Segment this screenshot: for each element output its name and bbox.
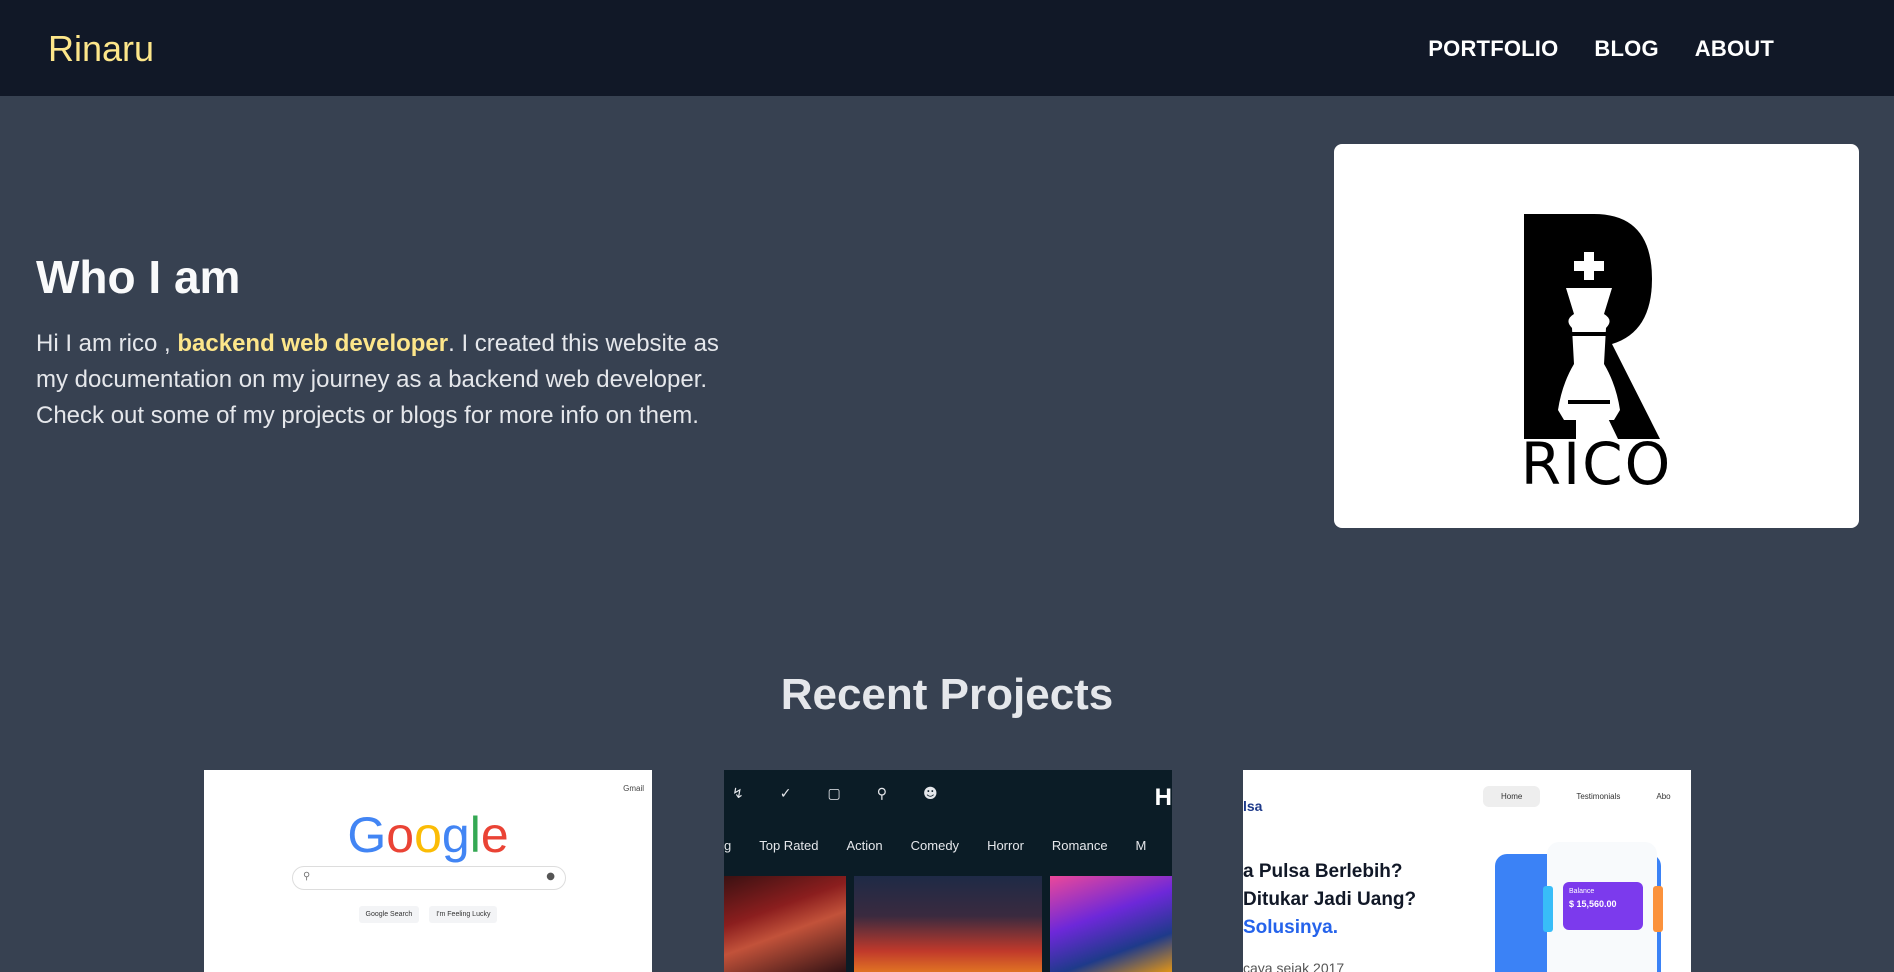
genre-tab: Action <box>846 838 883 853</box>
search-icon: ⚲ <box>876 786 887 802</box>
project-card-google-clone[interactable]: Gmail Google ⚲ ● Google Search I'm Feeli… <box>204 770 652 972</box>
pulsa-heading: a Pulsa Berlebih? Ditukar Jadi Uang? Sol… <box>1243 858 1416 942</box>
movie-poster <box>854 876 1042 972</box>
nav-link-portfolio[interactable]: PORTFOLIO <box>1428 36 1558 62</box>
pulsa-nav-home: Home <box>1483 786 1541 807</box>
brand-logo-link[interactable]: Rinaru <box>48 28 154 70</box>
top-nav: Rinaru PORTFOLIO BLOG ABOUT <box>0 0 1894 96</box>
google-buttons: Google Search I'm Feeling Lucky <box>204 906 652 923</box>
recent-projects-title: Recent Projects <box>780 670 1114 719</box>
nav-link-about[interactable]: ABOUT <box>1695 36 1774 62</box>
pulsa-brand: lsa <box>1243 798 1263 814</box>
lightning-icon: ↯ <box>732 786 744 802</box>
movie-app-brand: H <box>1154 784 1172 811</box>
phone-side-card <box>1653 886 1663 932</box>
google-search-bar: ⚲ ● <box>292 866 566 890</box>
project-card-pulsa-site[interactable]: lsa Home Testimonials Abo a Pulsa Berleb… <box>1243 770 1691 972</box>
search-icon: ⚲ <box>303 871 311 882</box>
hero-text-before: Hi I am rico , <box>36 330 178 357</box>
logo-text: RICO <box>1520 430 1673 498</box>
microphone-icon: ● <box>546 871 555 882</box>
logo-card: RICO <box>1334 144 1859 528</box>
hero-highlight: backend web developer <box>177 330 449 357</box>
rico-chess-logo-icon <box>1524 214 1660 439</box>
genre-tab: Romance <box>1051 838 1108 853</box>
genre-tab: Horror <box>987 838 1024 853</box>
pulsa-heading-line: a Pulsa Berlebih? <box>1243 861 1403 882</box>
movie-poster <box>724 876 846 972</box>
check-circle-icon: ✓ <box>779 786 792 802</box>
nav-links: PORTFOLIO BLOG ABOUT <box>1428 36 1774 62</box>
hero-description: Hi I am rico , backend web developer. I … <box>36 326 736 434</box>
movie-app-icons: ↯ ✓ ▢ ⚲ ☻ <box>732 786 938 802</box>
pulsa-heading-line: Ditukar Jadi Uang? <box>1243 889 1417 910</box>
movie-genre-tabs: g Top Rated Action Comedy Horror Romance… <box>724 838 1146 853</box>
google-logo: Google <box>347 807 509 863</box>
genre-tab: Comedy <box>910 838 960 853</box>
project-card-movie-app[interactable]: ↯ ✓ ▢ ⚲ ☻ H g Top Rated Action Comedy Ho… <box>724 770 1172 972</box>
pulsa-heading-line: Solusinya. <box>1243 917 1339 938</box>
genre-tab: g <box>724 838 732 853</box>
pulsa-nav: Home Testimonials Abo <box>1483 786 1671 807</box>
google-search-button: Google Search <box>358 906 420 923</box>
hero-title: Who I am <box>36 251 241 303</box>
movie-poster <box>1050 876 1172 972</box>
bag-icon: ▢ <box>827 786 841 802</box>
balance-amount: $ 15,560.00 <box>1569 899 1617 909</box>
google-gmail-link: Gmail <box>623 784 644 793</box>
genre-tab: Top Rated <box>759 838 819 853</box>
google-lucky-button: I'm Feeling Lucky <box>429 906 498 923</box>
phone-balance-card: Balance $ 15,560.00 <box>1563 882 1643 930</box>
nav-link-blog[interactable]: BLOG <box>1594 36 1658 62</box>
pulsa-nav-testimonials: Testimonials <box>1576 792 1621 801</box>
pulsa-nav-about: Abo <box>1656 792 1671 801</box>
user-icon: ☻ <box>922 786 938 802</box>
pulsa-subtext: caya sejak 2017 <box>1243 960 1345 972</box>
genre-tab: M <box>1135 838 1147 853</box>
phone-side-card <box>1543 886 1553 932</box>
balance-label: Balance <box>1569 888 1595 895</box>
